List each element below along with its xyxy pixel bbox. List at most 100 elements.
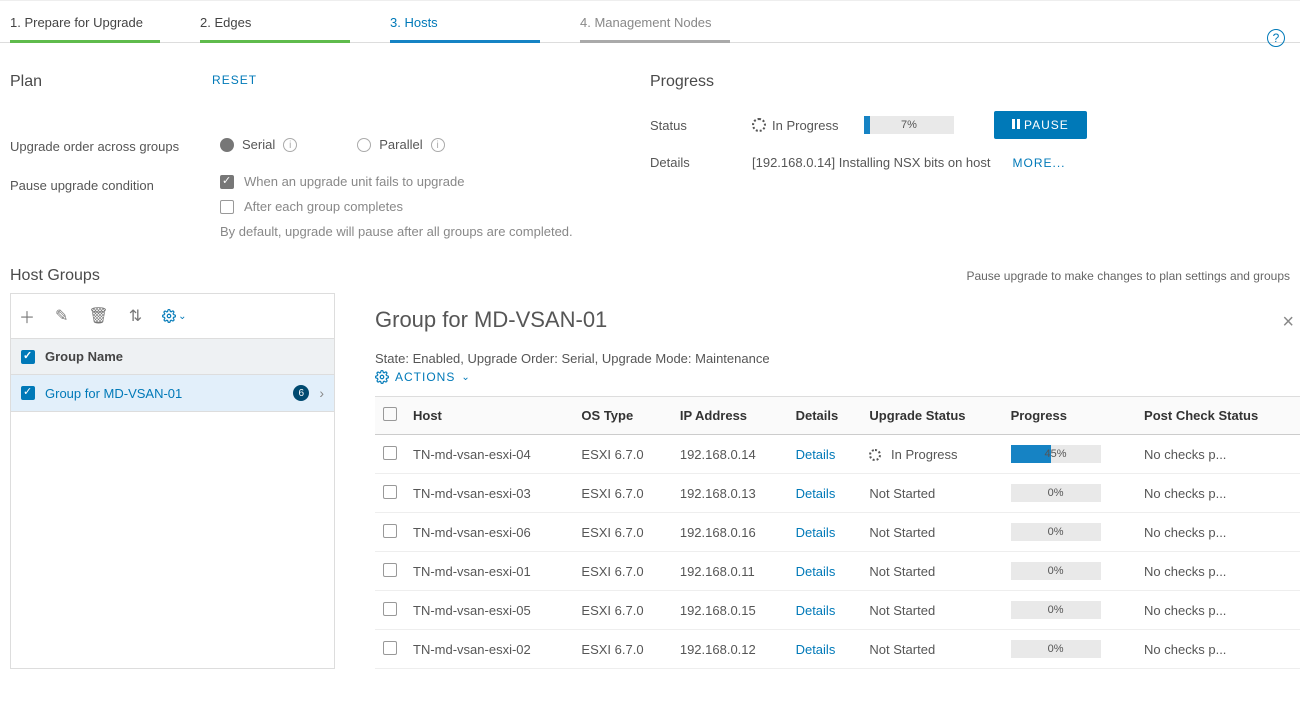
- progress-title: Progress: [650, 73, 1290, 91]
- status-text: Not Started: [869, 603, 935, 618]
- details-label: Details: [650, 155, 740, 170]
- group-checkbox[interactable]: [21, 386, 35, 400]
- row-checkbox[interactable]: [383, 602, 397, 616]
- pause-button[interactable]: PAUSE: [994, 111, 1087, 139]
- row-progress-bar: 0%: [1011, 523, 1101, 541]
- row-progress-bar: 0%: [1011, 640, 1101, 658]
- progress-text: 0%: [1048, 565, 1064, 577]
- tab-prepare[interactable]: 1. Prepare for Upgrade: [10, 1, 160, 42]
- add-icon[interactable]: ＋: [19, 304, 35, 328]
- pause-icon: [1012, 118, 1018, 132]
- group-name-link[interactable]: Group for MD-VSAN-01: [45, 386, 283, 401]
- actions-label: ACTIONS: [395, 370, 455, 384]
- table-row: TN-md-vsan-esxi-03ESXI 6.7.0192.168.0.13…: [375, 474, 1300, 513]
- group-list-header: Group Name: [11, 338, 334, 375]
- checkbox-cond-group[interactable]: After each group completes: [220, 199, 650, 214]
- row-checkbox[interactable]: [383, 641, 397, 655]
- radio-dot-icon: [357, 138, 371, 152]
- gear-icon: [375, 370, 389, 384]
- cell-post-check: No checks p...: [1136, 474, 1300, 513]
- cell-os: ESXI 6.7.0: [573, 435, 671, 474]
- cell-status: Not Started: [861, 591, 1002, 630]
- cell-host: TN-md-vsan-esxi-03: [405, 474, 573, 513]
- row-progress-bar: 0%: [1011, 484, 1101, 502]
- cell-host: TN-md-vsan-esxi-01: [405, 552, 573, 591]
- cell-ip: 192.168.0.16: [672, 513, 788, 552]
- col-post[interactable]: Post Check Status: [1136, 397, 1300, 435]
- details-link[interactable]: Details: [796, 525, 836, 540]
- row-checkbox[interactable]: [383, 563, 397, 577]
- cell-post-check: No checks p...: [1136, 513, 1300, 552]
- radio-parallel[interactable]: Parallel i: [357, 137, 444, 152]
- checkbox-cond-fail[interactable]: When an upgrade unit fails to upgrade: [220, 174, 650, 189]
- cell-status: Not Started: [861, 630, 1002, 669]
- row-checkbox[interactable]: [383, 485, 397, 499]
- select-all-hosts-checkbox[interactable]: [383, 407, 397, 421]
- col-host[interactable]: Host: [405, 397, 573, 435]
- cell-host: TN-md-vsan-esxi-05: [405, 591, 573, 630]
- tab-management[interactable]: 4. Management Nodes: [580, 1, 730, 42]
- col-details[interactable]: Details: [788, 397, 862, 435]
- status-text: In Progress: [891, 447, 957, 462]
- checkbox-icon: [220, 200, 234, 214]
- cell-post-check: No checks p...: [1136, 552, 1300, 591]
- actions-dropdown[interactable]: ACTIONS ⌄: [375, 370, 471, 384]
- table-row: TN-md-vsan-esxi-05ESXI 6.7.0192.168.0.15…: [375, 591, 1300, 630]
- host-groups-title: Host Groups: [10, 267, 100, 285]
- help-icon[interactable]: ?: [1267, 29, 1285, 47]
- group-row[interactable]: Group for MD-VSAN-01 6 ›: [11, 375, 334, 412]
- cell-ip: 192.168.0.13: [672, 474, 788, 513]
- row-checkbox[interactable]: [383, 446, 397, 460]
- settings-dropdown[interactable]: ⌄: [162, 309, 186, 323]
- group-list-panel: ＋ ✎ 🗑 ⇅ ⌄ Group Name Group for MD-VSAN-0…: [10, 293, 335, 669]
- radio-serial[interactable]: Serial i: [220, 137, 297, 152]
- chevron-right-icon: ›: [319, 385, 324, 401]
- status-label: Status: [650, 118, 740, 133]
- details-link[interactable]: Details: [796, 603, 836, 618]
- details-link[interactable]: Details: [796, 447, 836, 462]
- details-link[interactable]: Details: [796, 642, 836, 657]
- status-text: In Progress: [772, 118, 838, 133]
- row-checkbox[interactable]: [383, 524, 397, 538]
- cell-os: ESXI 6.7.0: [573, 474, 671, 513]
- group-detail-panel: × Group for MD-VSAN-01 State: Enabled, U…: [335, 293, 1300, 669]
- edit-icon[interactable]: ✎: [55, 306, 68, 326]
- cell-post-check: No checks p...: [1136, 591, 1300, 630]
- row-progress-bar: 45%: [1011, 445, 1101, 463]
- spinner-icon: [869, 449, 881, 461]
- delete-icon[interactable]: 🗑: [88, 306, 108, 326]
- reset-button[interactable]: RESET: [212, 73, 257, 111]
- select-all-checkbox[interactable]: [21, 350, 35, 364]
- cell-post-check: No checks p...: [1136, 435, 1300, 474]
- tab-edges[interactable]: 2. Edges: [200, 1, 350, 42]
- col-ip[interactable]: IP Address: [672, 397, 788, 435]
- tab-hosts[interactable]: 3. Hosts: [390, 1, 540, 42]
- row-progress-bar: 0%: [1011, 562, 1101, 580]
- details-link[interactable]: Details: [796, 564, 836, 579]
- cell-post-check: No checks p...: [1136, 630, 1300, 669]
- state-line: State: Enabled, Upgrade Order: Serial, U…: [375, 351, 1300, 366]
- progress-text: 0%: [1048, 643, 1064, 655]
- progress-text: 0%: [1048, 604, 1064, 616]
- info-icon[interactable]: i: [283, 138, 297, 152]
- details-link[interactable]: Details: [796, 486, 836, 501]
- info-icon[interactable]: i: [431, 138, 445, 152]
- progress-percent: 7%: [864, 116, 954, 134]
- radio-parallel-label: Parallel: [379, 137, 422, 152]
- pause-helper-text: By default, upgrade will pause after all…: [220, 224, 650, 239]
- progress-text: 0%: [1048, 487, 1064, 499]
- cell-host: TN-md-vsan-esxi-04: [405, 435, 573, 474]
- reorder-icon[interactable]: ⇅: [129, 306, 142, 326]
- col-os[interactable]: OS Type: [573, 397, 671, 435]
- details-text: [192.168.0.14] Installing NSX bits on ho…: [752, 155, 991, 170]
- progress-text: 45%: [1045, 448, 1067, 460]
- close-icon[interactable]: ×: [1282, 311, 1294, 334]
- cell-ip: 192.168.0.14: [672, 435, 788, 474]
- col-status[interactable]: Upgrade Status: [861, 397, 1002, 435]
- checkbox-group-label: After each group completes: [244, 199, 403, 214]
- cell-host: TN-md-vsan-esxi-02: [405, 630, 573, 669]
- status-text: Not Started: [869, 525, 935, 540]
- group-count-badge: 6: [293, 385, 309, 401]
- col-progress[interactable]: Progress: [1003, 397, 1136, 435]
- more-link[interactable]: MORE...: [1013, 156, 1066, 170]
